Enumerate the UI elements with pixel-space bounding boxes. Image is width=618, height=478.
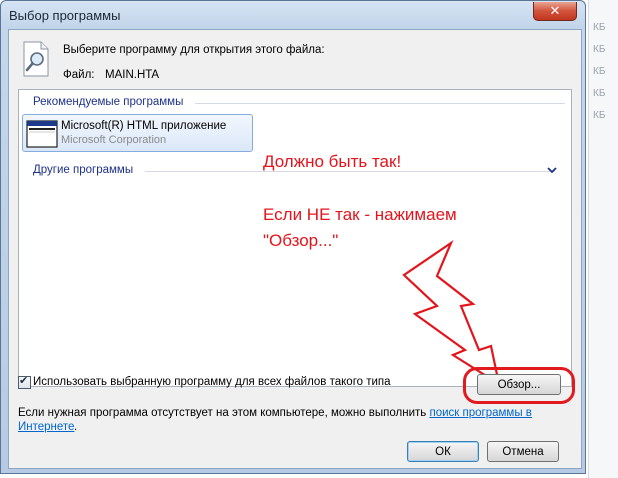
- choose-program-prompt: Выберите программу для открытия этого фа…: [63, 44, 325, 56]
- background-size-fragment: КБ: [593, 66, 606, 77]
- annotation-should-be: Должно быть так!: [263, 152, 402, 171]
- chevron-down-icon[interactable]: [547, 166, 557, 174]
- other-programs-header[interactable]: Другие программы: [33, 164, 133, 176]
- group-divider: [195, 103, 565, 104]
- always-use-label[interactable]: Использовать выбранную программу для все…: [33, 376, 391, 388]
- file-search-icon: [23, 41, 49, 77]
- background-size-fragment: КБ: [593, 88, 606, 99]
- program-item-html-application[interactable]: Microsoft(R) HTML приложение Microsoft C…: [22, 114, 253, 152]
- annotation-if-not-line2: "Обзор...": [263, 231, 339, 250]
- note-end: .: [74, 421, 78, 433]
- background-size-fragment: КБ: [593, 22, 606, 33]
- ok-button[interactable]: ОК: [407, 441, 479, 462]
- recommended-programs-header: Рекомендуемые программы: [33, 96, 184, 108]
- window-title: Выбор программы: [9, 8, 121, 23]
- close-icon: ✕: [549, 3, 561, 19]
- program-vendor: Microsoft Corporation: [61, 134, 167, 146]
- title-bar[interactable]: Выбор программы ✕: [1, 1, 585, 29]
- cancel-button[interactable]: Отмена: [487, 441, 559, 462]
- background-window: КБ КБ КБ КБ КБ: [588, 0, 618, 478]
- dialog-client-area: Выберите программу для открытия этого фа…: [8, 29, 582, 469]
- file-label: Файл:: [63, 69, 95, 81]
- search-internet-link[interactable]: поиск программы в: [429, 407, 531, 419]
- highlight-oval: [463, 367, 575, 404]
- background-size-fragment: КБ: [593, 44, 606, 55]
- program-name: Microsoft(R) HTML приложение: [61, 120, 227, 132]
- checkmark-icon: ✔: [19, 374, 29, 387]
- open-with-dialog: Выбор программы ✕ Выберите программу для…: [0, 0, 586, 474]
- app-window-icon: [26, 120, 58, 148]
- note-text: Если нужная программа отсутствует на это…: [18, 407, 427, 419]
- close-button[interactable]: ✕: [533, 2, 577, 21]
- program-list[interactable]: Рекомендуемые программы Microsoft(R) HTM…: [18, 89, 572, 387]
- annotation-if-not-line1: Если НЕ так - нажимаем: [263, 205, 457, 224]
- background-size-fragment: КБ: [593, 110, 606, 121]
- always-use-checkbox[interactable]: ✔: [18, 374, 31, 389]
- file-name: MAIN.HTA: [105, 69, 160, 81]
- missing-program-note: Если нужная программа отсутствует на это…: [18, 407, 532, 419]
- search-internet-link-continued[interactable]: Интернете: [18, 421, 74, 433]
- lightning-arrow-icon: [402, 239, 501, 387]
